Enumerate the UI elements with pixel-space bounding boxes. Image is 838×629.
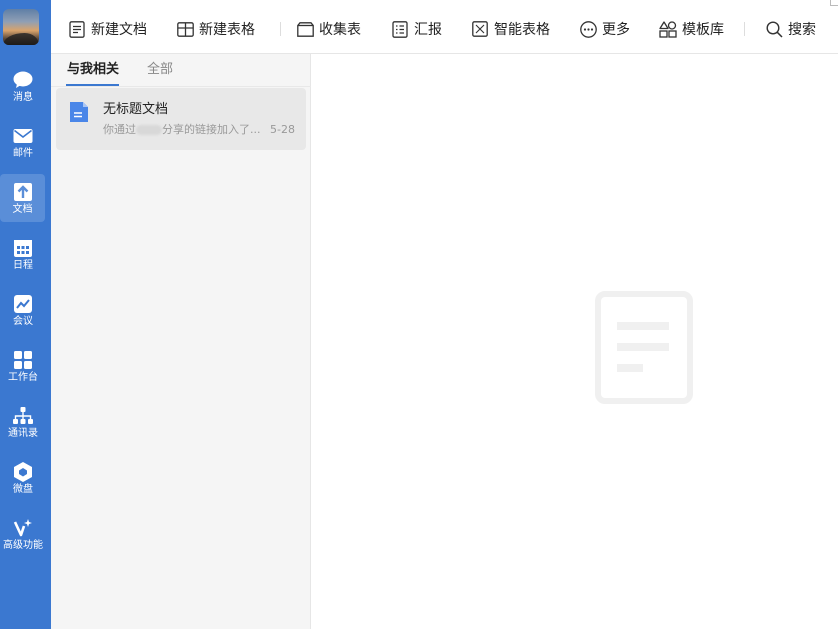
report-button[interactable]: 汇报 [391, 19, 442, 39]
more-icon [579, 20, 597, 38]
toolbar-divider [280, 22, 281, 36]
nav-item-workbench[interactable]: 工作台 [0, 342, 46, 390]
new-document-label: 新建文档 [91, 22, 147, 38]
preview-area [312, 54, 838, 629]
active-tab-indicator [66, 84, 119, 86]
nav-item-meeting[interactable]: 会议 [0, 286, 46, 334]
more-label: 更多 [602, 22, 630, 38]
new-sheet-button[interactable]: 新建表格 [176, 19, 255, 39]
empty-document-icon [595, 291, 693, 404]
nav-label: 高级功能 [3, 540, 43, 551]
tab-all[interactable]: 全部 [147, 62, 173, 78]
nav-item-messages[interactable]: 消息 [0, 62, 46, 110]
subtitle-prefix: 你通过 [103, 123, 136, 136]
new-sheet-label: 新建表格 [199, 22, 255, 38]
left-nav-rail: 消息 邮件 文档 日程 会议 工作台 通讯录 微盘 高级功能 [0, 0, 51, 629]
document-list-panel: 与我相关 全部 无标题文档 你通过 分享的链接加入了... 5-28 [51, 54, 311, 629]
tab-related-to-me[interactable]: 与我相关 [67, 62, 119, 78]
nav-label: 文档 [12, 204, 33, 215]
nav-label: 工作台 [8, 372, 38, 383]
list-item[interactable]: 无标题文档 你通过 分享的链接加入了... 5-28 [56, 88, 306, 150]
form-button[interactable]: 收集表 [296, 19, 361, 39]
nav-label: 日程 [13, 260, 33, 271]
org-chart-icon [13, 406, 33, 426]
apps-grid-icon [13, 350, 33, 370]
nav-item-docs[interactable]: 文档 [0, 174, 45, 222]
form-label: 收集表 [319, 22, 361, 38]
nav-label: 微盘 [13, 484, 33, 495]
nav-item-contacts[interactable]: 通讯录 [0, 398, 46, 446]
mail-icon [13, 126, 33, 146]
document-icon [13, 182, 33, 202]
top-toolbar: 新建文档 新建表格 收集表 汇报 智能表格 更多 模板库 搜索 [51, 0, 838, 54]
nav-item-drive[interactable]: 微盘 [0, 454, 46, 502]
template-icon [659, 20, 677, 38]
drive-icon [13, 462, 33, 482]
nav-item-mail[interactable]: 邮件 [0, 118, 46, 166]
new-document-button[interactable]: 新建文档 [68, 19, 147, 39]
document-date: 5-28 [270, 123, 295, 136]
new-document-icon [68, 20, 86, 38]
smart-sheet-label: 智能表格 [494, 22, 550, 38]
redacted-name [136, 125, 162, 135]
nav-item-calendar[interactable]: 日程 [0, 230, 46, 278]
new-sheet-icon [176, 20, 194, 38]
search-label: 搜索 [788, 22, 816, 38]
avatar[interactable] [3, 9, 39, 45]
calendar-icon [13, 238, 33, 258]
more-button[interactable]: 更多 [579, 19, 630, 39]
doc-file-icon [68, 101, 90, 123]
form-icon [296, 20, 314, 38]
sparkle-icon [13, 518, 33, 538]
report-label: 汇报 [414, 22, 442, 38]
chat-bubble-icon [13, 70, 33, 90]
nav-label: 通讯录 [8, 428, 38, 439]
list-tabs: 与我相关 全部 [51, 54, 311, 87]
document-title: 无标题文档 [103, 102, 169, 117]
toolbar-divider [744, 22, 745, 36]
report-icon [391, 20, 409, 38]
subtitle-suffix: 分享的链接加入了... [162, 123, 261, 136]
document-subtitle: 你通过 分享的链接加入了... [103, 123, 298, 137]
nav-label: 会议 [13, 316, 33, 327]
meeting-icon [13, 294, 33, 314]
smart-sheet-button[interactable]: 智能表格 [471, 19, 550, 39]
search-icon [765, 20, 783, 38]
template-library-button[interactable]: 模板库 [659, 19, 724, 39]
nav-item-advanced[interactable]: 高级功能 [0, 510, 46, 558]
template-library-label: 模板库 [682, 22, 724, 38]
nav-label: 消息 [13, 92, 33, 103]
search-button[interactable]: 搜索 [765, 19, 816, 39]
window-corner-mark [830, 0, 838, 6]
smart-sheet-icon [471, 20, 489, 38]
nav-label: 邮件 [13, 148, 33, 159]
